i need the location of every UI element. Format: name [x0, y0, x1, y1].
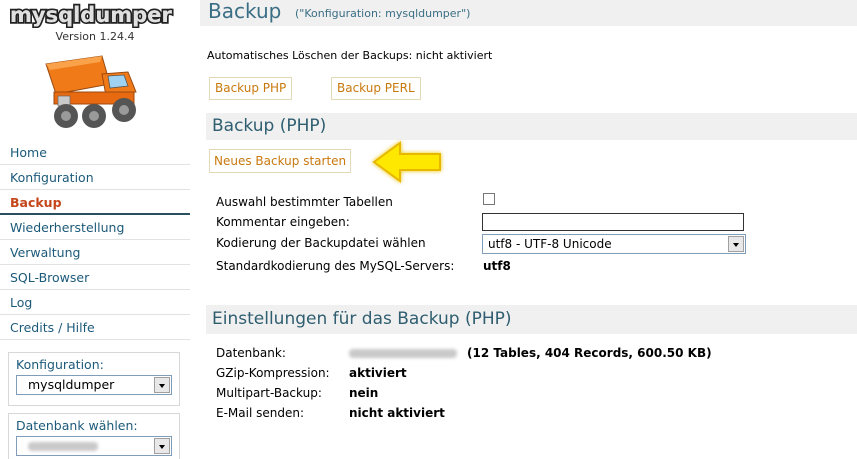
tab-backup-php[interactable]: Backup PHP [209, 77, 293, 100]
tab-backup-perl[interactable]: Backup PERL [331, 77, 421, 100]
svg-text:mysqldumper: mysqldumper [10, 3, 172, 27]
dropdown-arrow-icon[interactable] [154, 438, 170, 454]
app-logo[interactable]: mysqldumper mysqldumper mysqldumper [8, 1, 180, 29]
dropdown-arrow-icon[interactable] [728, 236, 744, 252]
gzip-value: aktiviert [349, 366, 407, 380]
database-box: Datenbank wählen: [8, 413, 180, 459]
gzip-label: GZip-Kompression: [216, 366, 330, 380]
comment-input[interactable] [482, 213, 744, 231]
select-tables-checkbox[interactable] [483, 193, 495, 205]
database-select[interactable] [16, 436, 172, 456]
title-bar: Backup ("Konfiguration: mysqldumper") [200, 0, 857, 26]
sidebar-nav: Home Konfiguration Backup Wiederherstell… [0, 140, 190, 340]
encoding-select[interactable]: utf8 - UTF-8 Unicode [482, 234, 746, 254]
arrow-pointer-icon [372, 141, 441, 183]
version-label: Version 1.24.4 [55, 30, 135, 43]
database-name-redacted [349, 349, 457, 358]
sidebar-item-wiederherstellung[interactable]: Wiederherstellung [0, 215, 190, 240]
auto-delete-status: Automatisches Löschen der Backups: nicht… [207, 49, 493, 62]
start-backup-button[interactable]: Neues Backup starten [209, 149, 352, 173]
multipart-label: Multipart-Backup: [216, 386, 322, 400]
email-value: nicht aktiviert [349, 406, 445, 420]
server-encoding-label: Standardkodierung des MySQL-Servers: [216, 259, 455, 273]
sidebar-item-home[interactable]: Home [0, 140, 190, 165]
database-label: Datenbank wählen: [16, 418, 138, 433]
config-box: Konfiguration: mysqldumper [8, 352, 180, 406]
dropdown-arrow-icon[interactable] [154, 377, 170, 393]
page-title: Backup [208, 0, 282, 23]
database-name-redacted [28, 442, 98, 451]
encoding-label: Kodierung der Backupdatei wählen [216, 236, 426, 250]
section-title-backup-php: Backup (PHP) [206, 113, 857, 140]
select-tables-label: Auswahl bestimmter Tabellen [216, 195, 393, 209]
truck-logo-icon [45, 55, 137, 128]
config-select-value: mysqldumper [28, 377, 115, 392]
logo-graphic: mysqldumper mysqldumper [8, 1, 174, 29]
multipart-value: nein [349, 386, 379, 400]
database-stats: (12 Tables, 404 Records, 600.50 KB) [467, 346, 712, 360]
email-label: E-Mail senden: [216, 406, 304, 420]
config-label: Konfiguration: [16, 357, 104, 372]
section-title-settings: Einstellungen für das Backup (PHP) [206, 305, 857, 334]
comment-label: Kommentar eingeben: [216, 215, 350, 229]
page-subtitle: ("Konfiguration: mysqldumper") [295, 7, 471, 20]
sidebar-item-backup[interactable]: Backup [0, 190, 190, 215]
sidebar-item-konfiguration[interactable]: Konfiguration [0, 165, 190, 190]
sidebar-item-credits[interactable]: Credits / Hilfe [0, 315, 190, 340]
encoding-select-value: utf8 - UTF-8 Unicode [488, 237, 612, 251]
database-setting-value: (12 Tables, 404 Records, 600.50 KB) [349, 346, 712, 360]
sidebar-item-sql-browser[interactable]: SQL-Browser [0, 265, 190, 290]
sidebar: mysqldumper mysqldumper mysqldumper Vers… [0, 0, 190, 459]
server-encoding-value: utf8 [483, 259, 511, 273]
sidebar-item-verwaltung[interactable]: Verwaltung [0, 240, 190, 265]
database-setting-label: Datenbank: [216, 346, 286, 360]
sidebar-item-log[interactable]: Log [0, 290, 190, 315]
config-select[interactable]: mysqldumper [16, 375, 172, 395]
main-content: Backup ("Konfiguration: mysqldumper") Au… [200, 0, 857, 459]
